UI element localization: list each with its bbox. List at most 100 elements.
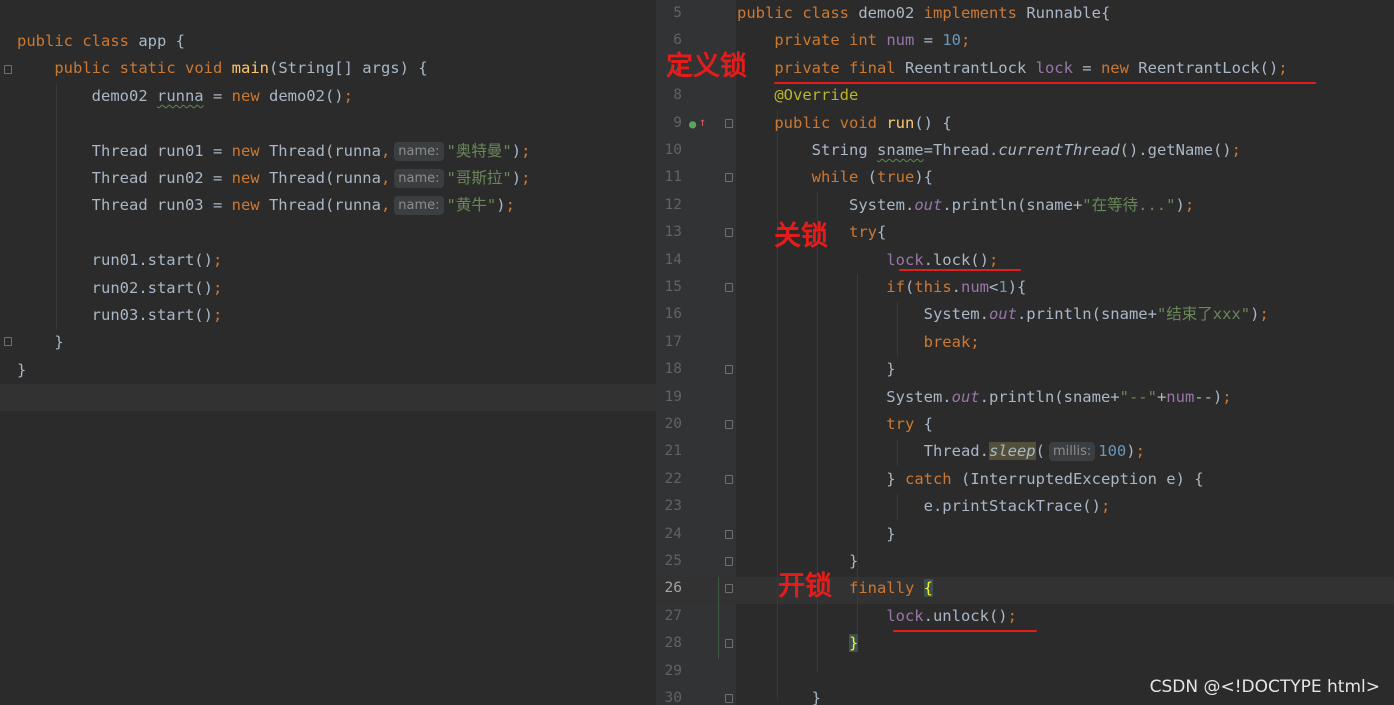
code-line[interactable]: if(this.num<1){ [737,274,1026,301]
code-line[interactable]: } [737,630,859,657]
code-token: lock [886,606,924,625]
code-token: , [380,196,391,215]
fold-marker-icon[interactable] [725,694,733,703]
code-line[interactable]: } [737,521,895,548]
code-token: currentThread [998,141,1120,159]
code-token: 10 [942,31,961,50]
code-token: out [988,305,1017,324]
code-line[interactable]: run01.start(); [17,247,223,274]
code-token: } [737,469,905,488]
fold-marker-icon[interactable] [725,639,733,649]
code-line[interactable]: Thread run03 = new Thread(runna, name: "黄牛… [17,192,515,219]
line-number: 17 [664,333,682,350]
code-token: 100 [1098,442,1127,461]
code-token: ; [212,251,223,270]
override-arrow-icon[interactable]: ↑ [699,116,706,128]
code-line[interactable]: break; [737,329,980,356]
fold-marker-icon[interactable] [725,529,733,539]
code-line[interactable]: run03.start(); [17,302,223,329]
code-token: Thread. [737,442,989,461]
code-line[interactable]: try { [737,411,933,438]
code-token: ; [505,196,515,215]
code-token: runna [156,86,204,105]
right-editor-pane[interactable]: ● ↑ 5 6 7 8 9 10 11 12 13 14 15 16 17 18 19 20 21 22 23 24 2… [656,0,1394,705]
code-token: private [737,58,849,77]
code-token: ; [1135,442,1145,461]
code-line[interactable]: Thread run01 = new Thread(runna, name: "奥特… [17,138,530,165]
code-token: public [737,4,803,22]
code-token: Thread run01 = [17,141,232,160]
code-line[interactable]: public static void main(String[] args) { [17,55,427,82]
code-token: ; [1259,305,1269,324]
fold-marker-icon[interactable] [725,474,733,484]
code-line[interactable]: run02.start(); [17,275,223,302]
code-token: .lock() [923,250,989,269]
code-token: } [848,634,859,653]
code-token: ){ [914,168,933,187]
code-token: run02.start() [17,278,213,297]
code-line[interactable]: } [17,329,64,356]
code-line[interactable]: demo02 runna = new demo02(); [17,83,353,110]
code-line[interactable]: } [17,357,26,384]
code-line[interactable]: e.printStackTrace(); [737,493,1111,520]
line-number: 21 [664,443,682,460]
code-line[interactable]: public class demo02 implements Runnable{ [737,0,1110,27]
current-line-highlight [0,384,656,412]
code-token: ; [1222,387,1232,406]
code-token: System. [737,195,915,214]
fold-marker-icon[interactable] [725,173,733,183]
code-line[interactable]: public void run() { [737,110,951,137]
left-editor-pane[interactable]: public class app { public static void ma… [0,0,656,705]
code-token: void [184,59,232,78]
code-line[interactable]: System.out.println(sname+"在等待..."); [737,192,1194,219]
code-line[interactable]: System.out.println(sname+"--"+num--); [737,384,1232,411]
code-token: "结束了xxx" [1156,305,1251,324]
code-line[interactable]: public class app { [17,28,185,55]
code-line[interactable]: Thread.sleep(millis: 100); [737,438,1145,465]
code-line[interactable]: } [737,356,895,383]
code-line[interactable]: String sname=Thread.currentThread().getN… [737,137,1241,164]
code-token: System. [737,305,989,324]
code-line[interactable]: private final ReentrantLock lock = new R… [737,55,1287,82]
code-token: . [951,278,961,296]
code-line[interactable]: } catch (InterruptedException e) { [737,466,1203,493]
code-token: --) [1194,387,1223,406]
lock-underline [899,269,1021,271]
code-token: new [231,141,269,160]
watermark: CSDN @<!DOCTYPE html> [1149,677,1380,697]
code-token: =Thread. [923,141,999,159]
fold-marker-icon[interactable] [725,420,733,429]
code-token: run01.start() [17,251,213,270]
code-line[interactable]: finally { [737,575,933,602]
code-token: sname [876,141,924,159]
fold-marker-icon[interactable] [725,118,733,128]
code-token: Runnable{ [1026,4,1111,22]
code-line[interactable]: @Override [737,82,858,109]
code-token: Thread(runna [268,196,381,215]
fold-marker-icon[interactable] [4,337,12,346]
fold-marker-icon[interactable] [725,584,733,594]
fold-marker-icon[interactable] [725,228,733,238]
implementation-marker-icon[interactable]: ● [689,118,696,130]
code-token: new [1100,58,1139,77]
line-number: 25 [664,553,682,569]
code-line[interactable]: while (true){ [737,164,933,191]
code-token: break [737,332,971,351]
fold-marker-icon[interactable] [725,283,733,292]
parameter-hint: millis: [1048,442,1096,462]
code-line[interactable]: lock.unlock(); [737,603,1017,630]
code-token: "--" [1119,387,1157,406]
code-token: } [17,333,64,352]
code-line[interactable]: private int num = 10; [737,27,970,54]
code-token: class [82,32,139,50]
code-line[interactable]: System.out.println(sname+"结束了xxx"); [737,301,1269,328]
code-line[interactable]: } [737,685,821,705]
code-token: ; [521,169,531,187]
line-number: 20 [664,416,682,432]
fold-marker-icon[interactable] [725,557,733,566]
fold-marker-icon[interactable] [725,365,733,375]
code-token: ; [970,332,980,351]
fold-marker-icon[interactable] [4,65,12,74]
code-line[interactable]: Thread run02 = new Thread(runna, name: "哥斯… [17,165,530,192]
